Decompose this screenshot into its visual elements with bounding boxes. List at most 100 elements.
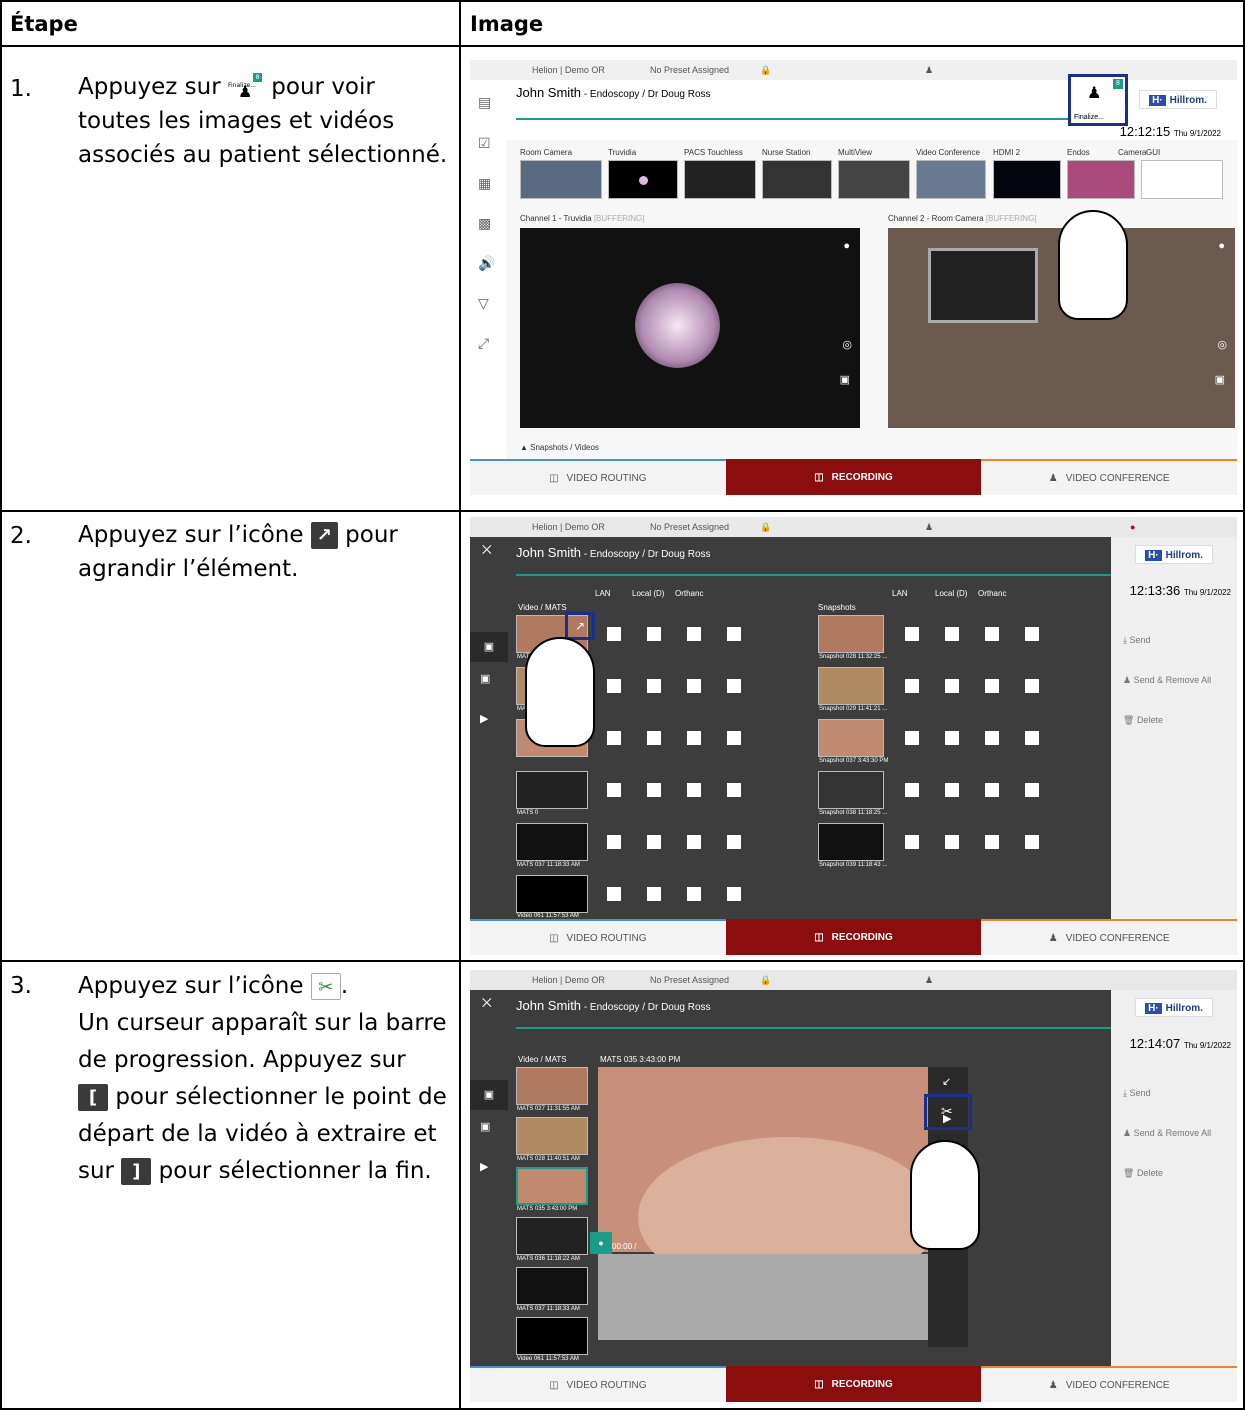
camera-control-icon[interactable]: ⤢ — [478, 335, 489, 352]
video-thumb[interactable] — [516, 875, 588, 913]
tab-recording[interactable]: ◫ RECORDING — [725, 459, 982, 495]
checkbox[interactable] — [687, 835, 701, 849]
snapshot-tab-icon[interactable]: ▣ — [480, 1120, 490, 1133]
routing-icon[interactable]: ▦ — [478, 175, 491, 192]
send-button[interactable]: ⤓ Send — [1123, 1088, 1151, 1099]
tab-video-conference[interactable]: ♟ VIDEO CONFERENCE — [981, 459, 1237, 495]
checkbox[interactable] — [945, 627, 959, 641]
checkbox[interactable] — [945, 783, 959, 797]
record-icon[interactable]: ◎ — [842, 338, 852, 351]
send-remove-all-button[interactable]: ♟ Send & Remove All — [1123, 1128, 1211, 1139]
video-thumb[interactable] — [516, 1317, 588, 1355]
checkbox[interactable] — [607, 679, 621, 693]
patient-icon[interactable]: ▤ — [478, 94, 491, 111]
checkbox[interactable] — [647, 783, 661, 797]
display-icon[interactable]: ▩ — [478, 215, 491, 232]
checkbox[interactable] — [647, 835, 661, 849]
source-thumb[interactable] — [762, 160, 832, 199]
checkbox[interactable] — [727, 731, 741, 745]
checkbox[interactable] — [1025, 783, 1039, 797]
checkbox[interactable] — [687, 731, 701, 745]
source-thumb[interactable] — [684, 160, 756, 199]
playback-tab-icon[interactable]: ▶ — [480, 1160, 488, 1173]
snapshot-thumb[interactable] — [818, 771, 884, 809]
snapshot-thumb[interactable] — [818, 615, 884, 653]
checkbox[interactable] — [727, 783, 741, 797]
video-thumb[interactable] — [516, 771, 588, 809]
checkbox[interactable] — [647, 731, 661, 745]
delete-button[interactable]: 🗑 Delete — [1123, 1168, 1163, 1179]
checkbox[interactable] — [727, 627, 741, 641]
user-icon[interactable]: ♟ — [925, 65, 933, 76]
snapshots-toggle[interactable]: ▲ Snapshots / Videos — [520, 443, 599, 452]
lock-icon[interactable]: 🔒 — [760, 975, 771, 986]
source-thumb[interactable] — [608, 160, 678, 199]
snapshot-icon[interactable]: ▣ — [1215, 373, 1225, 386]
checkbox[interactable] — [727, 887, 741, 901]
checkbox[interactable] — [905, 835, 919, 849]
channel-1-video[interactable]: ● ◎ ▣ — [520, 228, 860, 428]
video-tab-icon[interactable]: ▣ — [470, 1080, 508, 1110]
checkbox[interactable] — [985, 731, 999, 745]
checkbox[interactable] — [687, 783, 701, 797]
video-thumb[interactable] — [516, 1267, 588, 1305]
timeline-area[interactable] — [598, 1254, 928, 1340]
video-thumb-selected[interactable] — [516, 1167, 588, 1205]
tab-recording[interactable]: ◫ RECORDING — [725, 1366, 982, 1402]
tab-video-routing[interactable]: ◫ VIDEO ROUTING — [470, 1366, 726, 1402]
checkbox[interactable] — [985, 627, 999, 641]
finalize-button[interactable]: ♟ 8 Finalize... — [1068, 74, 1128, 126]
trim-button-highlight[interactable]: ✂ — [924, 1094, 972, 1130]
checkbox[interactable] — [687, 627, 701, 641]
source-thumb[interactable] — [1141, 160, 1223, 199]
lock-icon[interactable]: 🔒 — [760, 522, 771, 533]
checkbox[interactable] — [1025, 835, 1039, 849]
video-tab-icon[interactable]: ▣ — [470, 632, 508, 662]
tab-video-routing[interactable]: ◫ VIDEO ROUTING — [470, 919, 726, 955]
checkbox[interactable] — [647, 887, 661, 901]
close-icon[interactable]: ⨉ — [482, 996, 492, 1011]
checkbox[interactable] — [905, 627, 919, 641]
checkbox[interactable] — [647, 627, 661, 641]
video-thumb[interactable] — [516, 1117, 588, 1155]
checkbox[interactable] — [727, 679, 741, 693]
checkbox[interactable] — [727, 835, 741, 849]
collapse-icon[interactable]: ↙ — [942, 1075, 951, 1088]
checkbox[interactable] — [1025, 731, 1039, 745]
checklist-icon[interactable]: ☑ — [478, 135, 491, 152]
expand-button-highlight[interactable]: ↗ — [565, 612, 595, 640]
audio-icon[interactable]: 🔊 — [478, 255, 495, 272]
close-icon[interactable]: ⨉ — [482, 543, 492, 558]
video-thumb[interactable] — [516, 1067, 588, 1105]
checkbox[interactable] — [945, 835, 959, 849]
video-thumb[interactable] — [516, 823, 588, 861]
video-thumb[interactable] — [516, 1217, 588, 1255]
checkbox[interactable] — [607, 731, 621, 745]
checkbox[interactable] — [905, 679, 919, 693]
checkbox[interactable] — [687, 679, 701, 693]
checkbox[interactable] — [687, 887, 701, 901]
source-thumb[interactable] — [520, 160, 602, 199]
tab-video-routing[interactable]: ◫ VIDEO ROUTING — [470, 459, 726, 495]
send-button[interactable]: ⤓ Send — [1123, 635, 1151, 646]
delete-button[interactable]: 🗑 Delete — [1123, 715, 1163, 726]
checkbox[interactable] — [985, 679, 999, 693]
checkbox[interactable] — [607, 627, 621, 641]
playhead-marker[interactable]: ● — [590, 1232, 612, 1254]
user-icon[interactable]: ♟ — [925, 522, 933, 533]
user-icon[interactable]: ♟ — [925, 975, 933, 986]
lock-icon[interactable]: 🔒 — [760, 65, 771, 76]
video-player[interactable] — [598, 1067, 938, 1297]
checkbox[interactable] — [905, 731, 919, 745]
checkbox[interactable] — [905, 783, 919, 797]
snapshot-tab-icon[interactable]: ▣ — [480, 672, 490, 685]
source-thumb[interactable] — [838, 160, 910, 199]
checkbox[interactable] — [1025, 679, 1039, 693]
source-thumb[interactable] — [916, 160, 986, 199]
checkbox[interactable] — [1025, 627, 1039, 641]
playback-tab-icon[interactable]: ▶ — [480, 712, 488, 725]
checkbox[interactable] — [985, 835, 999, 849]
record-dot-icon[interactable]: ● — [843, 240, 850, 252]
light-icon[interactable]: ▽ — [478, 295, 489, 312]
checkbox[interactable] — [647, 679, 661, 693]
